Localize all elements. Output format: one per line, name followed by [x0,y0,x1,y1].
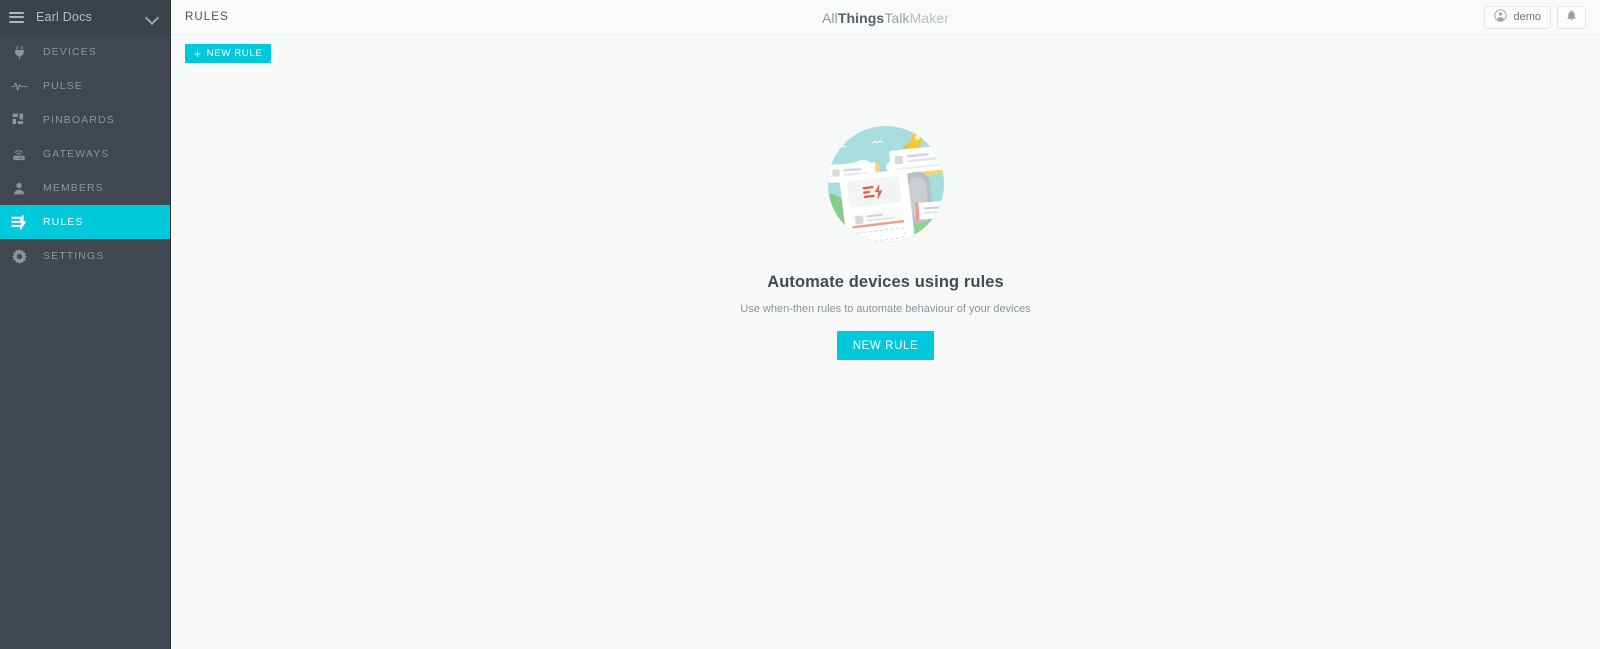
sidebar-item-label: GATEWAYS [43,148,110,160]
sidebar-item-members[interactable]: MEMBERS [0,171,170,205]
main-content: RULES All Things Talk Maker demo + NEW R… [171,0,1600,649]
sidebar-item-label: MEMBERS [43,182,104,194]
plug-icon [9,42,29,62]
empty-state-heading: Automate devices using rules [767,273,1004,291]
sidebar-item-pinboards[interactable]: PINBOARDS [0,103,170,137]
page-title: RULES [185,11,229,23]
grid-icon [9,110,29,130]
workspace-name: Earl Docs [36,10,92,24]
user-name: demo [1513,11,1541,23]
sidebar-item-rules[interactable]: RULES [0,205,170,239]
pulse-icon [9,76,29,96]
notifications-button[interactable] [1557,5,1586,29]
brand-part-talk: Talk [884,9,910,26]
sidebar-item-label: DEVICES [43,46,97,58]
plus-icon: + [194,46,202,61]
hamburger-icon[interactable] [9,11,24,23]
sidebar-item-pulse[interactable]: PULSE [0,69,170,103]
router-icon [9,144,29,164]
sidebar: Earl Docs DEVICES PULSE PINBOARDS GATEWA… [0,0,171,649]
new-rule-toolbar-button[interactable]: + NEW RULE [185,44,272,63]
brand-part-things: Things [837,9,885,26]
user-menu-button[interactable]: demo [1484,5,1551,29]
new-rule-cta-button[interactable]: NEW RULE [836,331,935,360]
rules-icon [9,212,29,232]
new-rule-toolbar-label: NEW RULE [206,48,263,59]
top-bar-actions: demo [1484,5,1586,29]
person-icon [9,178,29,198]
sidebar-item-gateways[interactable]: GATEWAYS [0,137,170,171]
account-circle-icon [1494,9,1508,25]
chevron-down-icon[interactable] [146,11,158,23]
gear-icon [9,246,29,266]
empty-state: Automate devices using rules Use when-th… [171,72,1600,649]
rules-automation-illustration [827,126,944,242]
top-bar: RULES All Things Talk Maker demo [171,0,1600,35]
bell-icon [1565,9,1578,25]
sidebar-item-settings[interactable]: SETTINGS [0,239,170,273]
sidebar-header[interactable]: Earl Docs [0,0,170,35]
sidebar-item-label: RULES [43,216,84,228]
empty-state-subtext: Use when-then rules to automate behaviou… [740,303,1031,315]
app-root: Earl Docs DEVICES PULSE PINBOARDS GATEWA… [0,0,1600,649]
toolbar: + NEW RULE [171,35,1600,72]
brand-part-maker: Maker [909,9,950,26]
sidebar-item-label: PINBOARDS [43,114,115,126]
brand-part-all: All [821,9,838,26]
brand-logo: All Things Talk Maker [171,0,1600,35]
sidebar-item-devices[interactable]: DEVICES [0,35,170,69]
sidebar-item-label: SETTINGS [43,250,105,262]
sidebar-nav: DEVICES PULSE PINBOARDS GATEWAYS MEMBERS… [0,35,170,273]
sidebar-item-label: PULSE [43,80,83,92]
